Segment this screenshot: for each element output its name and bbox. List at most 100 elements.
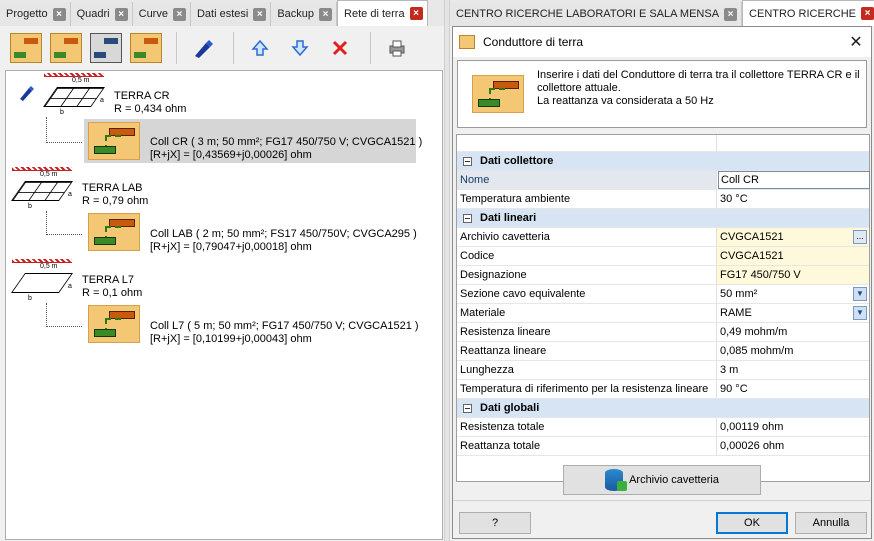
arrow-up-icon [251,39,269,56]
prop-value: 0,00026 ohm [720,440,785,452]
prop-label: Resistenza totale [457,418,717,436]
archivio-cavetteria-button[interactable]: Archivio cavetteria [563,465,761,495]
prop-row-resistenza-totale[interactable]: Resistenza totale 0,00119 ohm [457,418,869,437]
tab-dati-estesi[interactable]: Dati estesi × [190,2,272,26]
prop-row-designazione[interactable]: Designazione FG17 450/750 V [457,266,869,285]
collapse-icon[interactable] [463,213,472,223]
chevron-down-icon[interactable]: ▼ [853,287,867,301]
earth-electrode-grid-icon[interactable]: 0,5 m a b [42,73,108,117]
prop-row-lunghezza[interactable]: Lunghezza 3 m [457,361,869,380]
collapse-icon[interactable] [463,403,472,413]
prop-row-temperatura-riferimento[interactable]: Temperatura di riferimento per la resist… [457,380,869,399]
prop-row-resistenza-lineare[interactable]: Resistenza lineare 0,49 mohm/m [457,323,869,342]
dim-label: 0,5 m [40,171,58,178]
close-icon[interactable]: × [861,7,874,20]
toolbar-separator [176,32,177,64]
tree-connector [46,117,82,143]
section-dati-lineari[interactable]: Dati lineari [457,209,869,228]
prop-row-archivio-cavetteria[interactable]: Archivio cavetteria CVGCA1521... [457,228,869,247]
close-icon[interactable]: ✕ [841,32,871,52]
collector-value: [R+jX] = [0,79047+j0,00018] ohm [150,241,312,253]
conductor-dialog: Conduttore di terra ✕ Inserire i dati de… [452,26,872,539]
print-button[interactable] [379,31,415,65]
node-name[interactable]: TERRA LAB [82,182,143,194]
prop-row-sezione[interactable]: Sezione cavo equivalente 50 mm² ▼ [457,285,869,304]
move-up-button[interactable] [242,31,278,65]
section-dati-globali[interactable]: Dati globali [457,399,869,418]
right-tab-bar: CENTRO RICERCHE LABORATORI E SALA MENSA ×… [450,0,874,26]
pen-icon [195,40,213,58]
info-text-line1: Inserire i dati del Conduttore di terra … [537,69,860,94]
prop-label: Reattanza lineare [457,342,717,360]
prop-value[interactable]: 90 °C [717,380,869,398]
prop-row-reattanza-lineare[interactable]: Reattanza lineare 0,085 mohm/m [457,342,869,361]
tab-quadri[interactable]: Quadri × [70,2,133,26]
collector-title[interactable]: Coll L7 ( 5 m; 50 mm²; FG17 450/750 V; C… [150,320,419,332]
prop-value[interactable]: 3 m [717,361,869,379]
tab-progetto[interactable]: Progetto × [0,2,71,26]
dialog-titlebar: Conduttore di terra ✕ [453,27,871,57]
tab-label: Dati estesi [196,8,249,20]
prop-value: RAME [720,307,752,319]
close-icon[interactable]: × [319,7,333,21]
prop-value[interactable]: 0,085 mohm/m [717,342,869,360]
property-grid: Dati collettore Nome Temperatura ambient… [456,134,870,482]
tab-rete-di-terra[interactable]: Rete di terra × [337,0,428,26]
dim-b-label: b [60,109,64,116]
prop-row-reattanza-totale[interactable]: Reattanza totale 0,00026 ohm [457,437,869,456]
tab-centro-ricerche-laboratori[interactable]: CENTRO RICERCHE LABORATORI E SALA MENSA × [450,2,743,26]
earth-electrode-button[interactable] [8,31,44,65]
left-tab-bar: Progetto × Quadri × Curve × Dati estesi × Ba… [0,0,444,26]
close-icon[interactable]: × [409,7,423,20]
collector-value: [R+jX] = [0,43569+j0,00026] ohm [150,149,312,161]
browse-button[interactable]: ... [853,230,867,244]
close-icon[interactable]: × [114,7,128,21]
close-icon[interactable]: × [724,7,738,21]
close-icon[interactable]: × [253,7,267,21]
close-icon[interactable]: × [172,7,186,21]
collector-title[interactable]: Coll CR ( 3 m; 50 mm²; FG17 450/750 V; C… [150,136,422,148]
prop-value[interactable]: 30 °C [717,190,869,208]
prop-value[interactable]: 0,49 mohm/m [717,323,869,341]
earth-connection-button[interactable] [128,31,164,65]
earth-collector-button[interactable] [88,31,124,65]
earth-electrode-grid-icon[interactable]: 0,5 m a b [10,167,76,211]
prop-row-codice[interactable]: Codice CVGCA1521 [457,247,869,266]
dialog-title: Conduttore di terra [483,35,584,49]
prop-label: Lunghezza [457,361,717,379]
dim-b-label: b [28,295,32,302]
earth-conductor-button[interactable] [48,31,84,65]
prop-label: Temperatura di riferimento per la resist… [457,380,717,398]
info-text-line2: La reattanza va considerata a 50 Hz [537,95,714,107]
tab-centro-ricerche[interactable]: CENTRO RICERCHE × [742,0,874,26]
delete-button[interactable] [322,31,358,65]
prop-row-materiale[interactable]: Materiale RAME ▼ [457,304,869,323]
section-label: Dati globali [480,402,540,414]
close-icon[interactable]: × [52,7,66,21]
ok-button[interactable]: OK [716,512,788,534]
tab-curve[interactable]: Curve × [132,2,191,26]
prop-row-nome[interactable]: Nome [457,171,870,190]
pen-button[interactable] [185,31,221,65]
tree-connector [46,303,82,327]
collector-title[interactable]: Coll LAB ( 2 m; 50 mm²; FS17 450/750V; C… [150,228,417,240]
node-resistance: R = 0,1 ohm [82,287,143,299]
button-label: Archivio cavetteria [629,474,719,486]
prop-row-temperatura-ambiente[interactable]: Temperatura ambiente 30 °C [457,190,869,209]
earth-electrode-plate-icon[interactable]: 0,5 m a b [10,259,76,303]
section-dati-collettore[interactable]: Dati collettore [457,152,869,171]
node-name[interactable]: TERRA L7 [82,274,134,286]
dim-a-label: a [100,97,104,104]
panel-splitter[interactable] [444,0,450,541]
name-input[interactable] [718,171,870,189]
node-name[interactable]: TERRA CR [114,90,170,102]
chevron-down-icon[interactable]: ▼ [853,306,867,320]
tab-backup[interactable]: Backup × [271,2,338,26]
toolbar-separator [233,32,234,64]
collapse-icon[interactable] [463,156,472,166]
earth-conductor-icon [472,75,524,113]
help-button[interactable]: ? [459,512,531,534]
move-down-button[interactable] [282,31,318,65]
cancel-button[interactable]: Annulla [795,512,867,534]
prop-label: Archivio cavetteria [457,228,717,246]
